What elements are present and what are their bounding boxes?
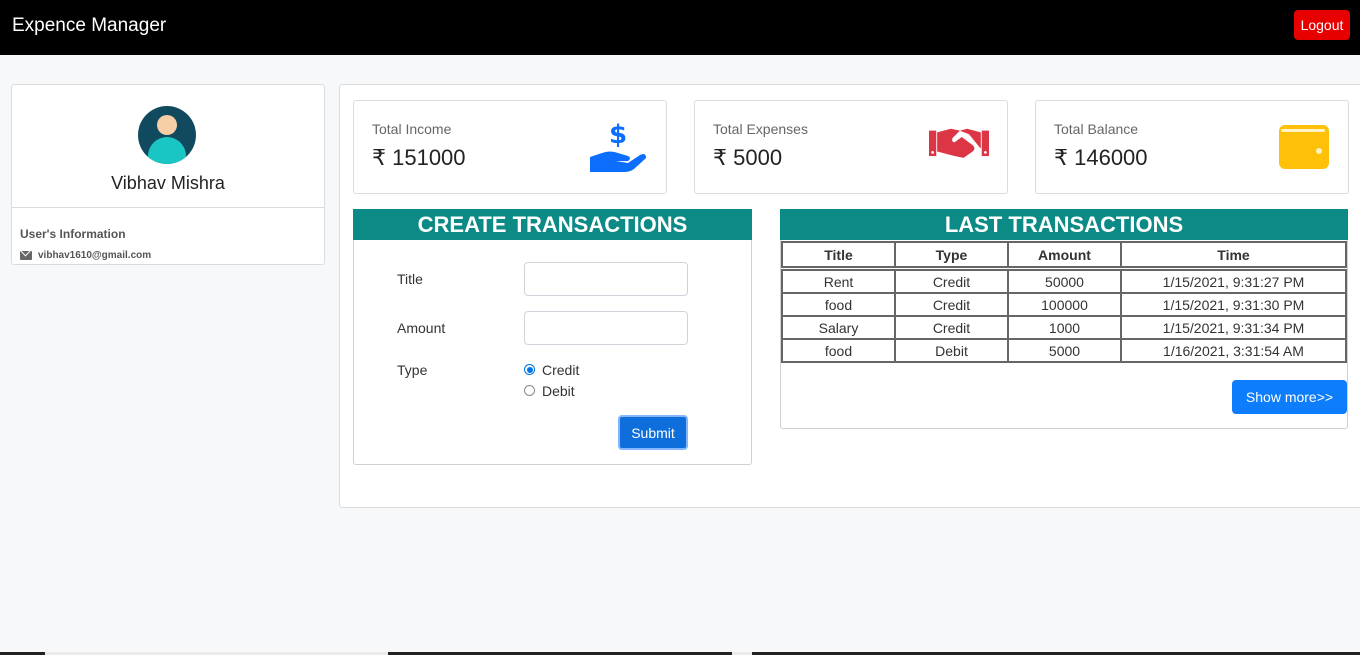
total-income-label: Total Income [372,121,452,137]
hand-dollar-icon: $ [590,120,646,172]
table-row: food Debit 5000 1/16/2021, 3:31:54 AM [781,338,1347,363]
total-expenses-card: Total Expenses ₹ 5000 [694,100,1008,194]
total-balance-label: Total Balance [1054,121,1139,137]
profile-divider [12,207,324,208]
cell-time: 1/15/2021, 9:31:27 PM [1120,269,1347,294]
cell-title: Rent [781,269,896,294]
svg-text:$: $ [609,120,627,150]
navbar: Expence Manager Logout [0,0,1360,55]
total-income-card: Total Income ₹ 151000 $ [353,100,667,194]
show-more-button[interactable]: Show more>> [1232,380,1347,414]
wallet-icon [1279,125,1329,169]
debit-radio[interactable] [524,385,535,396]
cell-type: Credit [894,315,1009,340]
cell-type: Debit [894,338,1009,363]
cell-amount: 1000 [1007,315,1122,340]
cell-amount: 50000 [1007,269,1122,294]
create-transactions-heading: CREATE TRANSACTIONS [353,209,752,240]
cell-amount: 5000 [1007,338,1122,363]
cell-title: Salary [781,315,896,340]
total-expenses-label: Total Expenses [713,121,808,137]
total-income-value: ₹ 151000 [372,145,466,170]
create-transaction-form: CREATE TRANSACTIONS Title Amount Type Cr… [353,209,752,465]
table-row: Salary Credit 1000 1/15/2021, 9:31:34 PM [781,315,1347,340]
column-header-title: Title [781,241,896,268]
column-header-time: Time [1120,241,1347,268]
profile-card: Vibhav Mishra User's Information vibhav1… [11,84,325,265]
total-expenses-value: ₹ 5000 [713,145,783,170]
app-title[interactable]: Expence Manager [12,15,166,37]
handshake-icon [929,128,989,158]
user-email: vibhav1610@gmail.com [38,250,152,261]
total-balance-card: Total Balance ₹ 146000 [1035,100,1349,194]
dashboard-panel: Total Income ₹ 151000 $ Total Expenses ₹… [339,84,1360,508]
avatar [138,106,196,164]
column-header-type: Type [894,241,1009,268]
cell-title: food [781,292,896,317]
submit-button[interactable]: Submit [618,415,688,450]
table-row: Rent Credit 50000 1/15/2021, 9:31:27 PM [781,269,1347,294]
user-name: Vibhav Mishra [111,173,225,193]
amount-label: Amount [397,320,446,336]
envelope-icon [20,251,32,260]
title-input[interactable] [524,262,688,296]
column-header-amount: Amount [1007,241,1122,268]
cell-title: food [781,338,896,363]
cell-amount: 100000 [1007,292,1122,317]
table-row: food Credit 100000 1/15/2021, 9:31:30 PM [781,292,1347,317]
debit-radio-label[interactable]: Debit [542,383,575,399]
credit-radio-label[interactable]: Credit [542,362,579,378]
cell-type: Credit [894,292,1009,317]
user-info-title: User's Information [20,227,126,241]
transactions-table: Title Type Amount Time Rent Credit 50000… [781,241,1347,363]
last-transactions-panel: LAST TRANSACTIONS Title Type Amount Time… [780,209,1348,429]
amount-input[interactable] [524,311,688,345]
avatar-body [148,137,186,164]
type-label: Type [397,362,428,378]
avatar-head [157,115,177,135]
cell-time: 1/15/2021, 9:31:34 PM [1120,315,1347,340]
cell-time: 1/15/2021, 9:31:30 PM [1120,292,1347,317]
title-label: Title [397,271,423,287]
logout-button[interactable]: Logout [1294,10,1350,40]
credit-radio[interactable] [524,364,535,375]
cell-type: Credit [894,269,1009,294]
total-balance-value: ₹ 146000 [1054,145,1148,170]
last-transactions-heading: LAST TRANSACTIONS [780,209,1348,240]
table-header-row: Title Type Amount Time [781,241,1347,268]
cell-time: 1/16/2021, 3:31:54 AM [1120,338,1347,363]
